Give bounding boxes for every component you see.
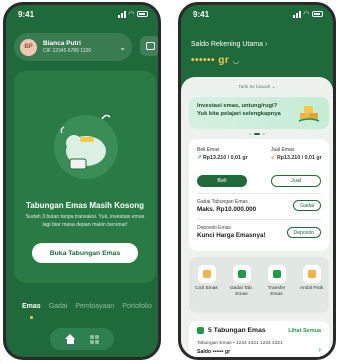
action-transfer-emas[interactable]: Transfer Emas [262, 265, 292, 313]
arrow-up-icon: ↗ [197, 155, 202, 161]
wifi-icon: ◠ [128, 11, 134, 18]
gadai-value: Maks. Rp10.000.000 [197, 206, 257, 213]
tab-emas[interactable]: Emas [22, 303, 41, 310]
sell-label: Jual Emas [271, 147, 295, 153]
account-saldo: Saldo •••••• gr [197, 349, 231, 355]
tab-portofolio[interactable]: Portofolio [122, 303, 152, 310]
promo-text: Investasi emas, untung/rugi? Yuk kita pe… [197, 103, 281, 117]
chevron-down-icon: ⌄ [119, 42, 126, 52]
action-cicil-emas[interactable]: Cicil Emas [192, 265, 222, 313]
status-bar: 9:41 ◠ [181, 5, 333, 23]
deposito-label: Deposito Emas [197, 225, 231, 231]
sell-price: Rp13.210 / 0,01 gr [276, 155, 322, 161]
arrow-down-icon: ↙ [271, 155, 276, 161]
qr-button[interactable] [140, 36, 158, 56]
account-number: Tabungan Emas • 1234 4321 1234 4321 [197, 341, 283, 346]
promo-banner[interactable]: Investasi emas, untung/rugi? Yuk kita pe… [189, 97, 329, 129]
physical-gold-icon [307, 270, 316, 278]
pull-to-refresh-hint: Tarik ke bawah ⌄ [238, 85, 276, 90]
chevron-right-icon: › [264, 41, 268, 48]
phone-gold-dashboard: 9:41 ◠ Saldo Rekening Utama › •••••• gr ◡… [178, 2, 336, 360]
battery-icon [137, 11, 148, 17]
saldo-label[interactable]: Saldo Rekening Utama › [191, 41, 267, 48]
sell-button[interactable]: Jual [271, 175, 321, 187]
home-icon[interactable] [65, 333, 76, 345]
empty-title: Tabungan Emas Masih Kosong [25, 201, 145, 210]
status-time: 9:41 [193, 10, 210, 19]
open-gold-savings-button[interactable]: Buka Tabungan Emas [32, 243, 138, 263]
buy-label: Beli Emas [197, 147, 220, 153]
deposito-value: Kunci Harga Emasnya! [197, 232, 266, 239]
status-bar: 9:41 ◠ [6, 5, 158, 23]
trade-card: Beli Emas ↗ Rp13.210 / 0,01 gr Jual Emas… [189, 139, 329, 251]
list-title: 5 Tabungan Emas [208, 327, 266, 334]
tab-gadai[interactable]: Gadai [49, 303, 68, 310]
battery-icon [312, 11, 323, 17]
empty-piggy-illustration-icon [54, 114, 118, 179]
gadai-button[interactable]: Gadai [293, 200, 321, 211]
status-time: 9:41 [18, 10, 35, 19]
gold-account-icon [197, 327, 204, 334]
phone-empty-state: 9:41 ◠ BP Bianca Putri CIF 12345 6789 11… [3, 2, 161, 360]
content-panel: Tarik ke bawah ⌄ Investasi emas, untung/… [181, 77, 333, 357]
gadai-label: Gadai Tabungan Emas [197, 199, 248, 205]
deposito-button[interactable]: Deposito [286, 227, 321, 238]
see-all-link[interactable]: Lihat Semua [288, 328, 321, 334]
signal-icon [292, 10, 301, 18]
empty-state-card: Tabungan Emas Masih Kosong Sudah 3 bulan… [14, 71, 156, 283]
qr-icon [145, 42, 155, 50]
chevron-right-icon[interactable]: › [318, 345, 321, 354]
buy-price: Rp13.210 / 0,01 gr [202, 155, 248, 161]
transfer-icon [272, 270, 281, 278]
account-name: Bianca Putri [43, 40, 81, 48]
product-tabs: Emas Gadai Pembiayaan Portofolio [22, 303, 152, 310]
pawn-icon [237, 270, 246, 278]
eye-toggle-icon[interactable]: ◡ [233, 58, 239, 65]
avatar: BP [20, 38, 37, 56]
signal-icon [117, 10, 126, 18]
grid-icon[interactable] [90, 334, 99, 344]
installment-icon [202, 270, 211, 278]
active-tab-indicator [30, 316, 33, 319]
buy-button[interactable]: Beli [197, 175, 247, 187]
carousel-dots [181, 133, 333, 135]
gold-bars-icon [298, 106, 320, 122]
bottom-nav [50, 328, 114, 350]
account-selector[interactable]: BP Bianca Putri CIF 12345 6789 1100 ⌄ [14, 33, 132, 61]
action-ambil-fisik[interactable]: Ambil Fisik [297, 265, 327, 313]
action-gadai-tab-emas[interactable]: Gadai Tab. Emas [227, 265, 257, 313]
quick-actions: Cicil Emas Gadai Tab. Emas Transfer Emas… [189, 257, 329, 313]
wifi-icon: ◠ [303, 11, 309, 18]
tab-pembiayaan[interactable]: Pembiayaan [75, 303, 114, 310]
gold-savings-list[interactable]: 5 Tabungan Emas Lihat Semua Tabungan Ema… [189, 321, 329, 357]
account-cif: CIF 12345 6789 1100 [43, 47, 92, 54]
empty-description: Sudah 3 bulan tanpa transaksi. Yuk, inve… [25, 214, 145, 228]
saldo-value: •••••• gr ◡ [191, 55, 240, 66]
